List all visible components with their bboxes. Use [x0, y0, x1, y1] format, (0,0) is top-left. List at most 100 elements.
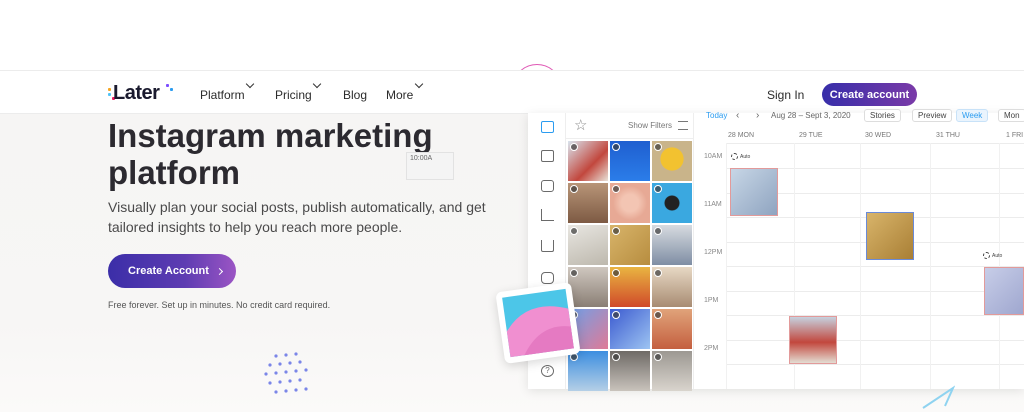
media-thumb[interactable] — [652, 309, 692, 349]
grid-line — [726, 315, 1024, 316]
check-icon — [612, 185, 620, 193]
grid-line — [726, 291, 1024, 292]
chevron-left-icon[interactable]: ‹ — [736, 110, 739, 121]
nav-item-label: More — [386, 88, 414, 102]
grid-line — [726, 143, 1024, 144]
media-thumb[interactable] — [568, 225, 608, 265]
check-icon — [612, 227, 620, 235]
sign-in-link[interactable]: Sign In — [767, 88, 804, 102]
chevron-down-icon — [312, 79, 322, 89]
date-range: Aug 28 – Sept 3, 2020 — [771, 111, 851, 120]
auto-publish-icon — [983, 252, 990, 259]
logo-dot — [108, 93, 111, 96]
check-icon — [570, 143, 578, 151]
media-thumb[interactable] — [652, 141, 692, 181]
media-thumb[interactable] — [652, 267, 692, 307]
title-line: Instagram marketing — [108, 117, 433, 154]
analytics-icon[interactable] — [541, 209, 554, 221]
chevron-down-icon — [414, 79, 424, 89]
media-thumb[interactable] — [652, 351, 692, 391]
grid-line — [726, 364, 1024, 365]
help-icon[interactable]: ? — [541, 365, 554, 377]
filter-sliders-icon[interactable] — [678, 121, 688, 130]
day-header: 30 WED — [865, 132, 892, 139]
logo-dot — [170, 88, 173, 91]
create-account-cta-button[interactable]: Create Account — [108, 254, 236, 288]
create-account-button[interactable]: Create account — [822, 83, 917, 106]
auto-publish-badge: Auto — [983, 252, 1002, 259]
grid-line — [999, 143, 1000, 389]
hour-label: 10AM — [704, 153, 723, 160]
check-icon — [612, 269, 620, 277]
later-logo[interactable]: Later — [108, 82, 174, 106]
calendar: Today ‹ › Aug 28 – Sept 3, 2020 Stories … — [694, 109, 1024, 389]
media-thumb[interactable] — [568, 351, 608, 391]
scheduled-post[interactable] — [730, 168, 778, 216]
nav-item-pricing[interactable]: Pricing — [275, 79, 322, 102]
media-thumb[interactable] — [568, 183, 608, 223]
media-grid — [568, 141, 692, 391]
check-icon — [570, 269, 578, 277]
week-view-tab[interactable]: Week — [956, 109, 989, 122]
media-thumb[interactable] — [610, 351, 650, 391]
scheduled-post[interactable] — [866, 212, 914, 260]
show-filters-button[interactable]: Show Filters — [628, 121, 672, 130]
nav-item-blog[interactable]: Blog — [343, 88, 367, 102]
day-header: 29 TUE — [799, 132, 823, 139]
media-thumb[interactable] — [610, 225, 650, 265]
nav-item-label: Platform — [200, 88, 245, 102]
check-icon — [612, 353, 620, 361]
decorative-triangle — [922, 385, 955, 409]
media-thumb[interactable] — [610, 309, 650, 349]
instagram-icon[interactable] — [541, 272, 554, 284]
day-header: 31 THU — [936, 132, 960, 139]
star-icon[interactable]: ☆ — [574, 116, 587, 134]
stories-button[interactable]: Stories — [864, 109, 901, 122]
conversations-icon[interactable] — [541, 180, 554, 192]
scheduled-post[interactable] — [789, 316, 837, 364]
preview-button[interactable]: Preview — [912, 109, 953, 122]
decorative-dot-pattern — [264, 352, 308, 394]
auto-label: Auto — [740, 153, 751, 160]
chevron-right-icon[interactable]: › — [756, 110, 759, 121]
check-icon — [612, 143, 620, 151]
download-icon[interactable] — [541, 240, 554, 252]
today-button[interactable]: Today — [706, 111, 727, 120]
logo-dot — [166, 84, 169, 87]
fine-print: Free forever. Set up in minutes. No cred… — [108, 300, 331, 310]
day-header: 1 FRI — [1006, 132, 1024, 139]
check-icon — [654, 353, 662, 361]
logo-dot — [108, 88, 111, 91]
grid-line — [930, 143, 931, 389]
chevron-down-icon — [245, 79, 255, 89]
media-thumb[interactable] — [610, 267, 650, 307]
media-thumb[interactable] — [568, 267, 608, 307]
scheduled-post[interactable] — [984, 267, 1024, 315]
day-header: 28 MON — [728, 132, 755, 139]
scheduled-slot[interactable]: 10:00A — [406, 152, 454, 180]
media-thumb[interactable] — [610, 141, 650, 181]
nav-item-label: Blog — [343, 88, 368, 102]
month-view-tab[interactable]: Mon — [998, 109, 1024, 122]
nav-item-platform[interactable]: Platform — [200, 79, 255, 102]
check-icon — [654, 185, 662, 193]
nav-item-label: Pricing — [275, 88, 312, 102]
hour-label: 1PM — [704, 297, 719, 304]
media-thumb[interactable] — [652, 183, 692, 223]
grid-line — [860, 143, 861, 389]
media-thumb[interactable] — [610, 183, 650, 223]
media-thumb[interactable] — [652, 225, 692, 265]
nav-item-more[interactable]: More — [386, 79, 424, 102]
media-icon[interactable] — [541, 150, 554, 162]
hour-label: 2PM — [704, 345, 719, 352]
hero-subtitle: Visually plan your social posts, publish… — [108, 199, 486, 235]
logo-wordmark: Later — [113, 82, 160, 104]
hour-label: 11AM — [704, 201, 722, 208]
grid-line — [726, 143, 727, 389]
pastel-shapes-image — [502, 288, 574, 358]
auto-label: Auto — [992, 252, 1003, 259]
media-thumb[interactable] — [568, 141, 608, 181]
media-library: ☆ Show Filters — [566, 113, 694, 391]
floating-photo-card — [495, 282, 581, 364]
calendar-icon[interactable] — [541, 121, 554, 133]
